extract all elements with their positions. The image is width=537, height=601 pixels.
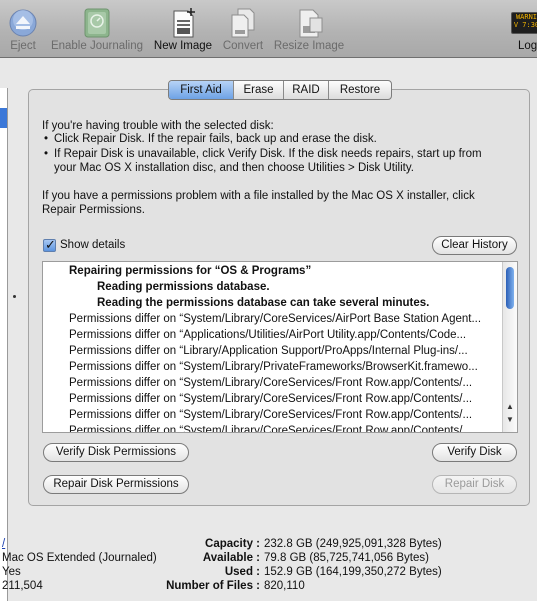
available-label: Available :	[202, 552, 260, 564]
capacity-value: 232.8 GB (249,925,091,328 Bytes)	[264, 538, 442, 550]
enable-journaling-button[interactable]: Enable Journaling	[48, 4, 146, 56]
format-value: Mac OS Extended (Journaled)	[2, 552, 157, 564]
convert-button[interactable]: Convert	[218, 4, 268, 56]
available-value: 79.8 GB (85,725,741,056 Bytes)	[264, 552, 429, 564]
source-list[interactable]	[0, 88, 8, 601]
log-line: Permissions differ on “Library/Applicati…	[69, 345, 468, 357]
resize-image-icon	[299, 9, 323, 38]
resize-image-button[interactable]: Resize Image	[270, 4, 348, 56]
instructions-bullet-2-line-2: your Mac OS X installation disc, and the…	[54, 162, 414, 174]
log-label: Log	[518, 40, 537, 52]
instructions-bullet-1: Click Repair Disk. If the repair fails, …	[54, 133, 377, 145]
number-of-files-label: Number of Files :	[166, 580, 260, 592]
mount-point-link[interactable]: /	[2, 537, 5, 551]
log-status-line: Reading the permissions database can tak…	[97, 297, 430, 309]
log-line: Permissions differ on “Applications/Util…	[69, 329, 467, 341]
new-image-label: New Image	[153, 40, 213, 52]
tab-restore[interactable]: Restore	[329, 81, 391, 99]
log-scrollbar[interactable]: ▲ ▼	[502, 262, 517, 432]
show-details-checkbox[interactable]	[43, 237, 56, 253]
log-line: Permissions differ on “System/Library/Pr…	[69, 361, 478, 373]
log-status-line: Reading permissions database.	[97, 281, 270, 293]
used-value: 152.9 GB (164,199,350,272 Bytes)	[264, 566, 442, 578]
new-image-icon	[173, 8, 195, 38]
toolbar: Eject Enable Journaling New Image Conver…	[0, 0, 537, 58]
tab-erase[interactable]: Erase	[234, 81, 284, 99]
log-line: Permissions differ on “System/Library/Co…	[69, 409, 473, 421]
convert-label: Convert	[222, 40, 264, 52]
convert-icon	[231, 8, 255, 38]
splitter-handle[interactable]	[13, 295, 16, 298]
source-list-selection[interactable]	[0, 108, 7, 128]
enable-journaling-label: Enable Journaling	[50, 40, 144, 52]
log-line: Permissions differ on “System/Library/Co…	[69, 377, 473, 389]
instructions-bullet-2-line-1: If Repair Disk is unavailable, click Ver…	[54, 148, 482, 160]
eject-icon	[9, 9, 37, 37]
permissions-note-line-1: If you have a permissions problem with a…	[42, 190, 475, 202]
log-button[interactable]: WARNI V 7:30 Log	[508, 4, 537, 56]
instructions-intro: If you're having trouble with the select…	[42, 120, 274, 132]
scroll-up-arrow-icon[interactable]: ▲	[506, 402, 514, 411]
eject-label: Eject	[10, 40, 36, 52]
repair-disk-permissions-button[interactable]: Repair Disk Permissions	[43, 475, 189, 494]
scroll-down-arrow-icon[interactable]: ▼	[506, 415, 514, 424]
verify-disk-permissions-button[interactable]: Verify Disk Permissions	[43, 443, 189, 462]
new-image-button[interactable]: New Image	[150, 4, 216, 56]
details-log[interactable]: Repairing permissions for “OS & Programs…	[42, 261, 518, 433]
folder-count-value: 211,504	[2, 580, 43, 592]
show-details-label: Show details	[60, 239, 126, 251]
tab-raid[interactable]: RAID	[284, 81, 329, 99]
log-icon: WARNI V 7:30	[511, 12, 537, 34]
capacity-label: Capacity :	[205, 538, 260, 550]
verify-disk-button[interactable]: Verify Disk	[432, 443, 517, 462]
log-header: Repairing permissions for “OS & Programs…	[69, 265, 312, 277]
clear-history-button[interactable]: Clear History	[432, 236, 517, 255]
repair-disk-button[interactable]: Repair Disk	[432, 475, 517, 494]
resize-image-label: Resize Image	[273, 40, 345, 52]
bullet-dot: •	[44, 133, 49, 145]
tab-bar: First Aid Erase RAID Restore	[168, 80, 392, 100]
scrollbar-thumb[interactable]	[506, 267, 514, 309]
log-line: Permissions differ on “System/Library/Co…	[69, 313, 482, 325]
eject-button[interactable]: Eject	[0, 4, 46, 56]
number-of-files-value: 820,110	[264, 580, 305, 592]
owners-enabled-value: Yes	[2, 566, 21, 578]
tab-first-aid[interactable]: First Aid	[169, 81, 234, 99]
bullet-dot: •	[44, 148, 49, 160]
used-label: Used :	[224, 566, 260, 578]
log-line: Permissions differ on “System/Library/Co…	[69, 425, 473, 433]
log-line: Permissions differ on “System/Library/Co…	[69, 393, 473, 405]
journaling-icon	[84, 8, 110, 38]
permissions-note-line-2: Repair Permissions.	[42, 204, 145, 216]
